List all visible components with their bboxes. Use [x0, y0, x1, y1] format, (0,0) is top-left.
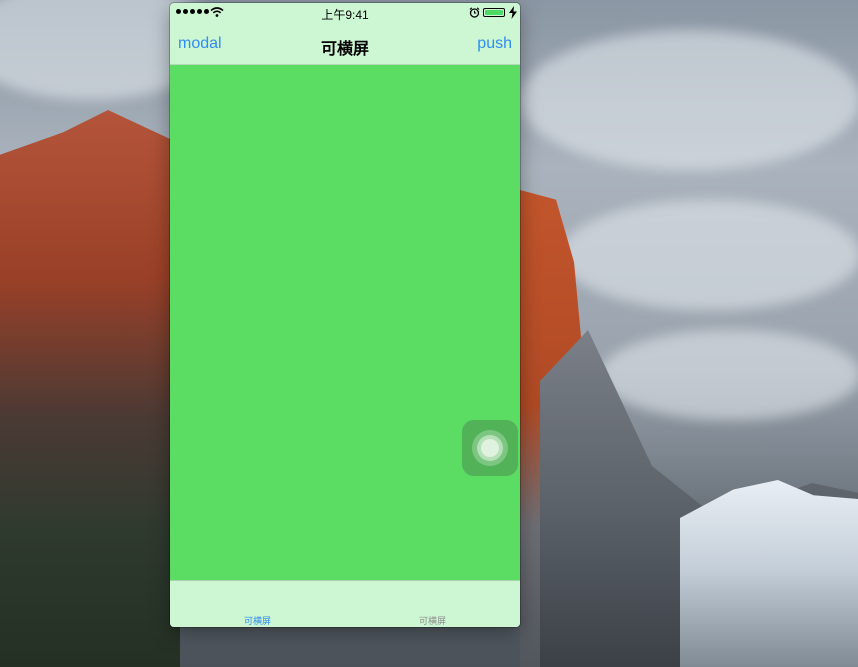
battery-icon	[483, 8, 505, 17]
charging-bolt-icon	[509, 6, 517, 19]
tab-bar: 可横屏 可横屏	[170, 580, 520, 627]
status-bar: 上午9:41	[170, 3, 520, 23]
content-view	[170, 65, 520, 580]
phone-screen: 上午9:41 modal 可横屏 push 可横屏 可横屏	[170, 3, 520, 627]
alarm-icon	[469, 7, 480, 18]
assistive-touch-button[interactable]	[462, 420, 518, 476]
snowy-mountains	[680, 480, 858, 667]
tab-item-1[interactable]: 可横屏	[170, 614, 345, 627]
mountain-left	[0, 110, 180, 667]
navigation-bar: modal 可横屏 push	[170, 23, 520, 65]
status-time: 上午9:41	[321, 8, 369, 22]
tab-item-2[interactable]: 可横屏	[345, 614, 520, 627]
push-button[interactable]: push	[477, 35, 512, 53]
nav-title: 可横屏	[320, 41, 369, 58]
